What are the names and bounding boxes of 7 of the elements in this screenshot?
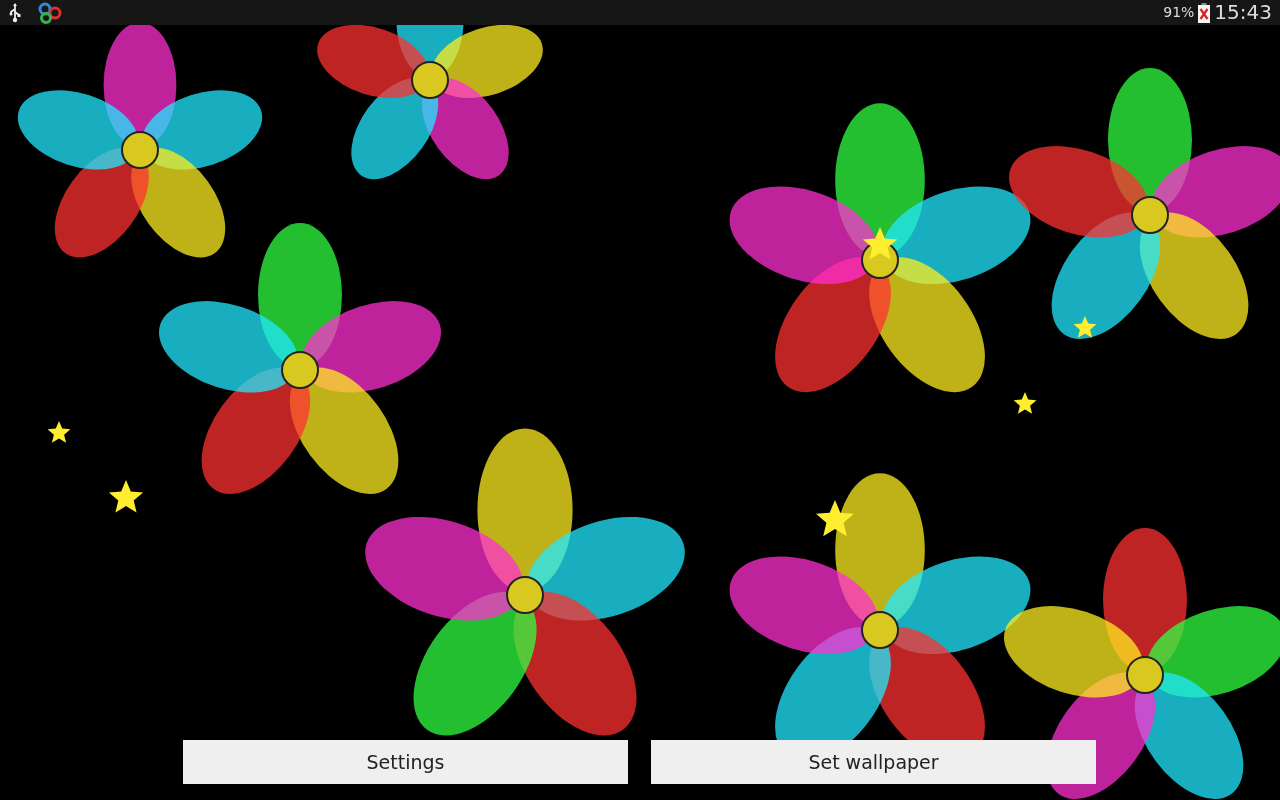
- battery-percentage: 91%: [1163, 3, 1195, 22]
- wallpaper-action-button[interactable]: Set wallpaper: [651, 740, 1096, 784]
- usb-icon: [8, 2, 22, 23]
- app-logo-icon: [38, 1, 62, 24]
- clock-time: 15:43: [1214, 0, 1272, 25]
- wallpaper-action-button[interactable]: Settings: [183, 740, 628, 784]
- battery-icon: [1198, 2, 1211, 23]
